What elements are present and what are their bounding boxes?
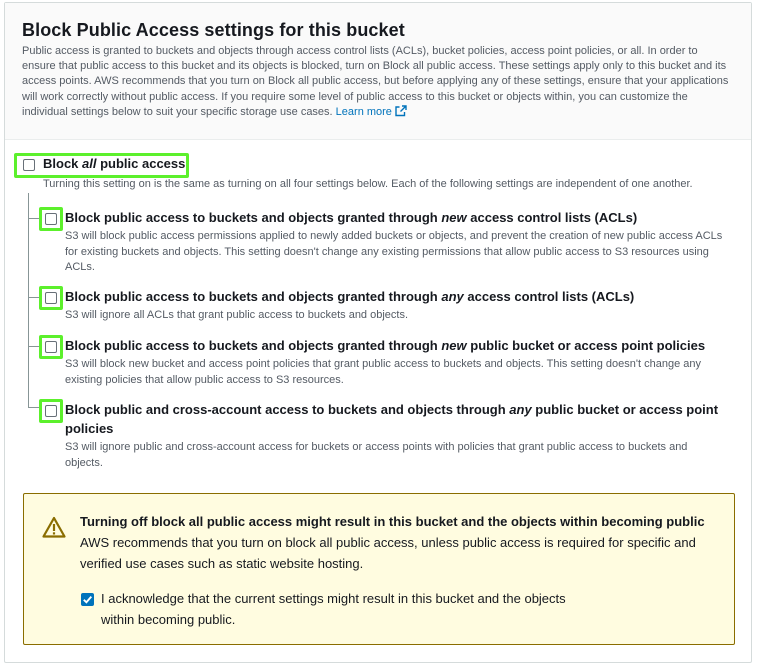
acknowledge-checkbox[interactable]: [81, 593, 94, 606]
option-label-em: new: [441, 338, 467, 353]
option-label-any-acls[interactable]: Block public access to buckets and objec…: [65, 287, 634, 306]
panel-header: Block Public Access settings for this bu…: [5, 3, 751, 140]
option-label-any-policies[interactable]: Block public and cross-account access to…: [65, 400, 725, 438]
block-all-label[interactable]: Block all public access: [43, 156, 185, 171]
tree-line: [28, 193, 29, 407]
warning-title: Turning off block all public access migh…: [80, 514, 705, 529]
option-checkbox-new-acls[interactable]: [45, 213, 57, 225]
option-label-new-policies[interactable]: Block public access to buckets and objec…: [65, 336, 705, 355]
option-checkbox-new-policies[interactable]: [45, 341, 57, 353]
learn-more-label: Learn more: [335, 105, 392, 118]
option-description-any-policies: S3 will ignore public and cross-account …: [65, 441, 688, 469]
warning-alert: Turning off block all public access migh…: [23, 493, 735, 645]
block-all-label-post: public access: [96, 156, 186, 171]
warning-text: AWS recommends that you turn on block al…: [80, 535, 696, 571]
block-public-access-panel: Block Public Access settings for this bu…: [4, 2, 752, 663]
option-label-post: access control lists (ACLs): [466, 210, 638, 225]
option-label-pre: Block public access to buckets and objec…: [65, 338, 442, 353]
option-description-new-policies: S3 will block new bucket and access poin…: [65, 358, 701, 386]
option-label-pre: Block public access to buckets and objec…: [65, 210, 442, 225]
option-checkbox-any-acls[interactable]: [45, 292, 57, 304]
block-all-label-em: all: [82, 156, 97, 171]
option-label-post: access control lists (ACLs): [463, 289, 635, 304]
checkmark-icon: [83, 595, 93, 604]
block-all-label-pre: Block: [43, 156, 83, 171]
option-label-em: any: [441, 289, 464, 304]
external-link-icon: [395, 105, 407, 117]
option-label-em: any: [509, 402, 532, 417]
learn-more-link[interactable]: Learn more: [335, 105, 407, 118]
option-label-new-acls[interactable]: Block public access to buckets and objec…: [65, 208, 637, 227]
warning-icon: [42, 516, 66, 538]
block-all-description: Turning this setting on is the same as t…: [43, 178, 693, 190]
acknowledge-label[interactable]: I acknowledge that the current settings …: [101, 588, 571, 630]
option-label-post: public bucket or access point policies: [466, 338, 706, 353]
panel-title: Block Public Access settings for this bu…: [22, 20, 405, 40]
option-label-em: new: [441, 210, 467, 225]
option-checkbox-any-policies[interactable]: [45, 405, 57, 417]
option-description-any-acls: S3 will ignore all ACLs that grant publi…: [65, 309, 409, 321]
option-label-pre: Block public and cross-account access to…: [65, 402, 510, 417]
option-label-pre: Block public access to buckets and objec…: [65, 289, 442, 304]
panel-description: Public access is granted to buckets and …: [22, 44, 734, 120]
option-description-new-acls: S3 will block public access permissions …: [65, 230, 723, 273]
block-all-checkbox[interactable]: [23, 159, 35, 171]
